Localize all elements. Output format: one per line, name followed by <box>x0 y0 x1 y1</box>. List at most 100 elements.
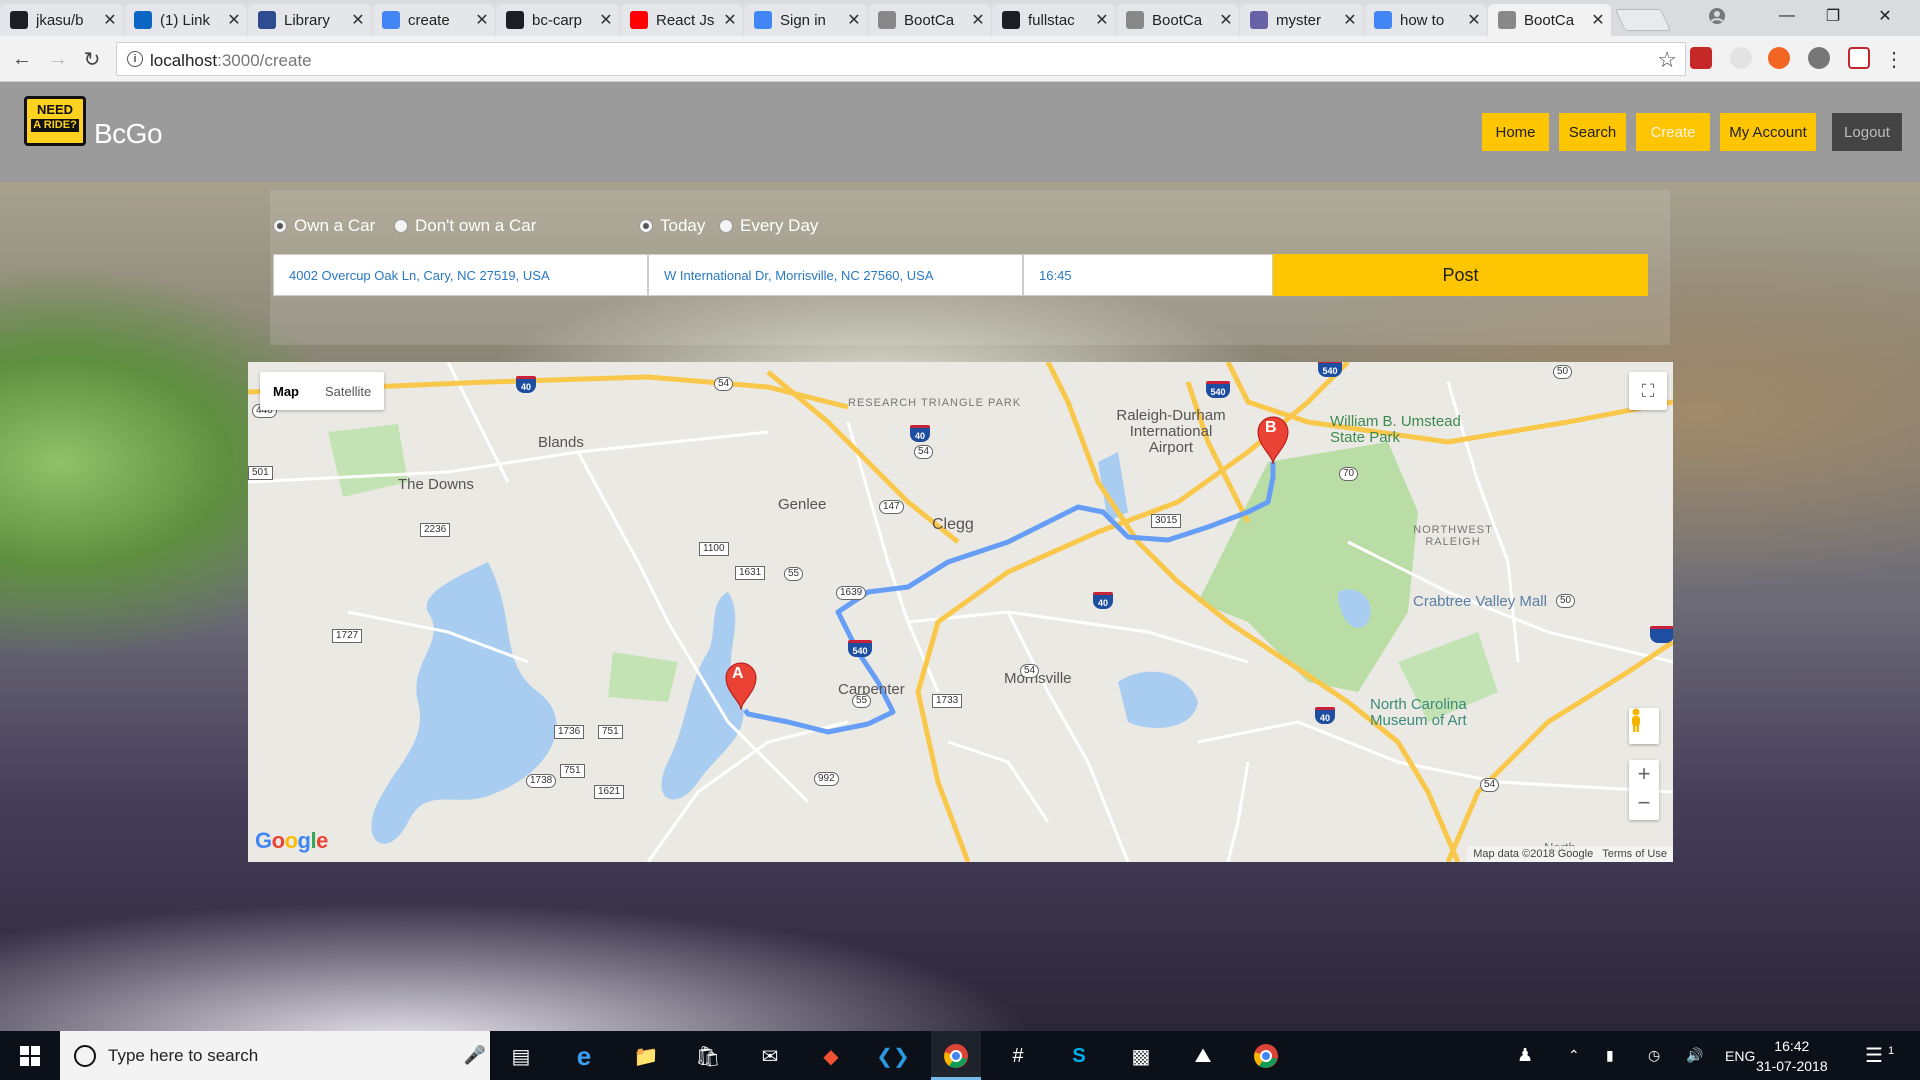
close-tab-icon[interactable]: ✕ <box>597 10 615 30</box>
nav-create-button[interactable]: Create <box>1636 113 1710 151</box>
terminal-icon[interactable]: ▩ <box>1125 1040 1157 1072</box>
bookmark-star-icon[interactable]: ☆ <box>1657 47 1677 73</box>
zoom-in-icon[interactable]: + <box>1638 760 1651 790</box>
interstate-shield <box>1650 626 1673 643</box>
profile-icon[interactable] <box>1694 0 1740 32</box>
slack-icon[interactable]: # <box>1002 1040 1034 1072</box>
nav-search-button[interactable]: Search <box>1559 113 1626 151</box>
street-view-pegman-icon[interactable] <box>1629 708 1659 744</box>
battery-icon[interactable]: ▮ <box>1606 1031 1614 1080</box>
skype-icon[interactable]: S <box>1063 1040 1095 1072</box>
route-shield: 1727 <box>332 629 363 643</box>
menu-dots-icon[interactable]: ⋮ <box>1880 45 1908 73</box>
terms-of-use-link[interactable]: Terms of Use <box>1602 848 1667 860</box>
close-window-icon[interactable]: ✕ <box>1862 0 1908 32</box>
zoom-out-icon[interactable]: − <box>1638 790 1651 820</box>
microphone-icon[interactable]: 🎤 <box>460 1045 490 1066</box>
close-tab-icon[interactable]: ✕ <box>101 10 119 30</box>
radio-button-selected[interactable] <box>639 219 653 233</box>
windows-start-icon[interactable] <box>0 1031 60 1080</box>
store-icon[interactable]: 🛍 <box>692 1040 724 1072</box>
taskbar-search-box[interactable]: Type here to search 🎤 <box>60 1031 490 1080</box>
close-tab-icon[interactable]: ✕ <box>473 10 491 30</box>
reload-icon[interactable]: ↻ <box>78 45 106 73</box>
address-bar[interactable]: i localhost:3000/create ☆ <box>116 42 1686 76</box>
browser-tab[interactable]: Sign in ✕ <box>744 4 867 36</box>
wifi-icon[interactable]: ◷ <box>1648 1031 1660 1080</box>
edge-icon[interactable]: e <box>568 1040 600 1072</box>
close-tab-icon[interactable]: ✕ <box>1341 10 1359 30</box>
route-map[interactable]: A B Blands The Downs Genlee Clegg Carpen… <box>248 362 1673 862</box>
browser-tab[interactable]: how to ✕ <box>1364 4 1487 36</box>
extension-icon[interactable] <box>1730 47 1752 69</box>
close-tab-icon[interactable]: ✕ <box>1217 10 1235 30</box>
browser-tab[interactable]: BootCa ✕ <box>1116 4 1239 36</box>
browser-tab[interactable]: bc-carp ✕ <box>496 4 619 36</box>
extension-icon[interactable] <box>1808 47 1830 69</box>
chrome-icon[interactable] <box>1250 1040 1282 1072</box>
close-tab-icon[interactable]: ✕ <box>1465 10 1483 30</box>
browser-tab[interactable]: create ✕ <box>372 4 495 36</box>
vscode-icon[interactable]: ❮❯ <box>876 1040 910 1072</box>
radio-button[interactable] <box>719 219 733 233</box>
browser-tab[interactable]: jkasu/b ✕ <box>0 4 123 36</box>
language-indicator[interactable]: ENG <box>1725 1031 1755 1080</box>
git-icon[interactable]: ◆ <box>815 1040 847 1072</box>
mail-icon[interactable]: ✉ <box>754 1040 786 1072</box>
nav-logout-button[interactable]: Logout <box>1832 113 1902 151</box>
github-icon <box>506 11 524 29</box>
file-explorer-icon[interactable]: 📁 <box>630 1040 662 1072</box>
forward-icon[interactable]: → <box>44 45 72 73</box>
browser-tab[interactable]: Library ✕ <box>248 4 371 36</box>
origin-input[interactable]: 4002 Overcup Oak Ln, Cary, NC 27519, USA <box>273 254 648 296</box>
fullscreen-icon[interactable]: ⛶ <box>1629 372 1667 410</box>
extension-icon[interactable] <box>1768 47 1790 69</box>
nav-my-account-button[interactable]: My Account <box>1720 113 1816 151</box>
radio-button-selected[interactable] <box>273 219 287 233</box>
chrome-icon[interactable] <box>931 1031 981 1080</box>
close-tab-icon[interactable]: ✕ <box>1093 10 1111 30</box>
taskbar-clock[interactable]: 16:42 31-07-2018 <box>1756 1036 1828 1076</box>
destination-input[interactable]: W International Dr, Morrisville, NC 2756… <box>648 254 1023 296</box>
new-tab-button[interactable] <box>1614 9 1672 31</box>
close-tab-icon[interactable]: ✕ <box>1589 10 1607 30</box>
browser-tab[interactable]: fullstac ✕ <box>992 4 1115 36</box>
radio-dont-own-car[interactable]: Don't own a Car <box>394 216 536 236</box>
nav-home-button[interactable]: Home <box>1482 113 1549 151</box>
restore-icon[interactable]: ❐ <box>1810 0 1856 32</box>
post-button[interactable]: Post <box>1273 254 1648 296</box>
radio-own-car[interactable]: Own a Car <box>273 216 375 236</box>
map-type-satellite-button[interactable]: Satellite <box>312 372 384 410</box>
close-tab-icon[interactable]: ✕ <box>721 10 739 30</box>
radio-every-day[interactable]: Every Day <box>719 216 818 236</box>
browser-tab[interactable]: BootCa ✕ <box>868 4 991 36</box>
browser-tab[interactable]: (1) Link ✕ <box>124 4 247 36</box>
task-view-icon[interactable]: ▤ <box>505 1040 537 1072</box>
close-tab-icon[interactable]: ✕ <box>845 10 863 30</box>
radio-today[interactable]: Today <box>639 216 705 236</box>
brand-name[interactable]: BcGo <box>94 118 163 150</box>
notification-icon[interactable]: ☰ <box>1865 1031 1883 1080</box>
url-text[interactable]: localhost:3000/create <box>150 51 312 71</box>
close-tab-icon[interactable]: ✕ <box>969 10 987 30</box>
app-logo[interactable]: NEED A RIDE? <box>24 96 86 146</box>
close-tab-icon[interactable]: ✕ <box>225 10 243 30</box>
map-type-map-button[interactable]: Map <box>260 372 312 410</box>
people-icon[interactable]: ♟ <box>1517 1031 1533 1080</box>
tray-chevron-icon[interactable]: ⌃ <box>1568 1031 1580 1080</box>
minimize-icon[interactable]: — <box>1764 0 1810 32</box>
browser-tab[interactable]: BootCa ✕ <box>1488 4 1611 36</box>
route-shield: 1621 <box>594 785 625 799</box>
radio-button[interactable] <box>394 219 408 233</box>
time-input[interactable]: 16:45 <box>1023 254 1273 296</box>
browser-tab[interactable]: myster ✕ <box>1240 4 1363 36</box>
photos-icon[interactable]: ⛰ <box>1187 1040 1219 1072</box>
back-icon[interactable]: ← <box>8 45 36 73</box>
pocket-icon[interactable] <box>1848 47 1870 69</box>
linkedin-icon <box>134 11 152 29</box>
browser-tab[interactable]: React Js ✕ <box>620 4 743 36</box>
close-tab-icon[interactable]: ✕ <box>349 10 367 30</box>
extension-icon[interactable] <box>1690 47 1712 69</box>
info-icon[interactable]: i <box>127 51 143 67</box>
volume-icon[interactable]: 🔊 <box>1686 1031 1703 1080</box>
